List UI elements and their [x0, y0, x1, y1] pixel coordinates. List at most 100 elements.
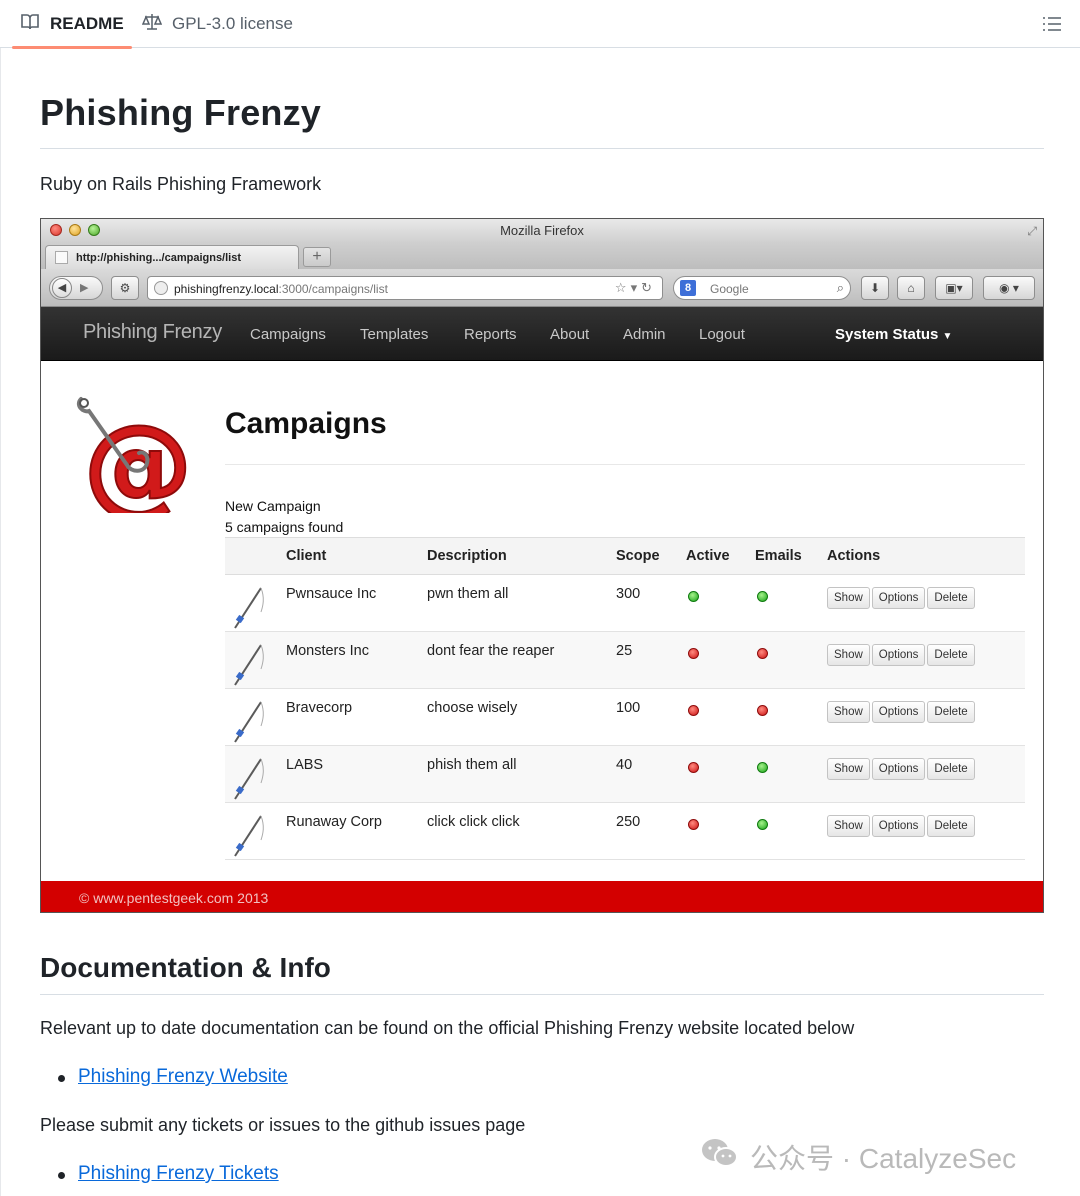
bookmark-star-icon[interactable]: ☆▾↻	[615, 280, 656, 296]
cell-actions: Show Options Delete	[821, 631, 1025, 689]
fishing-rod-icon	[225, 574, 280, 632]
nav-admin[interactable]: Admin	[623, 326, 666, 343]
home-icon[interactable]: ⌂	[897, 276, 925, 300]
extensions-icon[interactable]: ◉ ▾	[983, 276, 1035, 300]
site-identity-icon[interactable]: ⚙	[111, 276, 139, 300]
back-arrow-icon: ◀	[52, 278, 72, 298]
caret-down-icon: ▼	[942, 331, 953, 342]
cell-active	[680, 631, 749, 689]
options-button[interactable]: Options	[871, 815, 926, 837]
tab-license[interactable]: GPL-3.0 license	[141, 0, 293, 48]
cell-emails	[749, 631, 821, 689]
active-status-icon	[688, 819, 699, 830]
active-status-icon	[688, 648, 699, 659]
show-button[interactable]: Show	[827, 644, 870, 666]
options-button[interactable]: Options	[871, 644, 926, 666]
fullscreen-icon[interactable]: ⤢	[1027, 224, 1037, 239]
cell-emails	[749, 802, 821, 860]
table-row: Pwnsauce Inc pwn them all 300 Show Options De…	[225, 574, 1025, 632]
globe-icon	[154, 281, 168, 295]
delete-button[interactable]: Delete	[927, 758, 975, 780]
tab-readme[interactable]: README	[12, 0, 132, 49]
app-footer: © www.pentestgeek.com 2013	[41, 881, 1043, 912]
nav-campaigns[interactable]: Campaigns	[250, 326, 326, 343]
app-brand[interactable]: Phishing Frenzy	[83, 321, 222, 344]
options-button[interactable]: Options	[871, 587, 926, 609]
delete-button[interactable]: Delete	[927, 701, 975, 723]
search-icon[interactable]: ⌕	[837, 280, 844, 296]
table-row: Runaway Corp click click click 250 Show Opti…	[225, 802, 1025, 860]
system-status-dropdown[interactable]: System Status ▼	[835, 326, 952, 343]
active-status-icon	[688, 591, 699, 602]
fishing-rod-icon	[225, 802, 280, 860]
fishing-rod-icon	[225, 631, 280, 689]
back-button[interactable]: ◀ ▶	[49, 276, 103, 300]
nav-logout[interactable]: Logout	[699, 326, 745, 343]
browser-tab[interactable]: http://phishing.../campaigns/list	[45, 245, 299, 269]
delete-button[interactable]: Delete	[927, 815, 975, 837]
website-link[interactable]: Phishing Frenzy Website	[78, 1066, 288, 1088]
cell-scope: 300	[610, 574, 680, 632]
show-button[interactable]: Show	[827, 587, 870, 609]
search-placeholder: Google	[710, 282, 749, 296]
window-title: Mozilla Firefox	[500, 223, 584, 238]
nav-about[interactable]: About	[550, 326, 589, 343]
cell-description: choose wisely	[421, 688, 610, 746]
show-button[interactable]: Show	[827, 758, 870, 780]
readme-tab-bar: README GPL-3.0 license	[0, 0, 1080, 49]
tickets-link[interactable]: Phishing Frenzy Tickets	[78, 1163, 279, 1185]
phishing-logo-icon: @	[75, 395, 194, 530]
cell-actions: Show Options Delete	[821, 574, 1025, 632]
cell-active	[680, 574, 749, 632]
title-divider	[40, 148, 1044, 149]
cell-client: LABS	[280, 745, 421, 803]
delete-button[interactable]: Delete	[927, 587, 975, 609]
book-icon	[20, 13, 50, 36]
cell-client: Pwnsauce Inc	[280, 574, 421, 632]
nav-templates[interactable]: Templates	[360, 326, 428, 343]
col-description: Description	[421, 537, 610, 575]
cell-scope: 250	[610, 802, 680, 860]
active-tab-underline	[12, 46, 132, 49]
list-icon[interactable]	[1040, 12, 1064, 36]
col-client: Client	[280, 537, 421, 575]
cell-client: Monsters Inc	[280, 631, 421, 689]
download-icon[interactable]: ⬇	[861, 276, 889, 300]
svg-text:@: @	[83, 401, 187, 513]
cell-description: phish them all	[421, 745, 610, 803]
fishing-rod-icon	[225, 745, 280, 803]
content-left-border	[0, 48, 1, 1196]
google-icon[interactable]: 8	[680, 280, 696, 296]
url-path: :3000/campaigns/list	[278, 282, 388, 296]
cell-client: Bravecorp	[280, 688, 421, 746]
app-navbar: Phishing Frenzy Campaigns Templates Repo…	[41, 307, 1043, 361]
show-button[interactable]: Show	[827, 815, 870, 837]
cell-description: click click click	[421, 802, 610, 860]
nav-reports[interactable]: Reports	[464, 326, 517, 343]
bookmarks-menu-icon[interactable]: ▣▾	[935, 276, 973, 300]
options-button[interactable]: Options	[871, 758, 926, 780]
cell-active	[680, 802, 749, 860]
wechat-icon	[700, 1136, 750, 1177]
forward-arrow-icon[interactable]: ▶	[80, 277, 88, 299]
tab-license-label: GPL-3.0 license	[172, 14, 293, 33]
new-tab-button[interactable]: +	[303, 247, 331, 267]
delete-button[interactable]: Delete	[927, 644, 975, 666]
campaign-count: 5 campaigns found	[225, 519, 344, 535]
show-button[interactable]: Show	[827, 701, 870, 723]
cell-description: pwn them all	[421, 574, 610, 632]
options-button[interactable]: Options	[871, 701, 926, 723]
watermark: 公众号 · CatalyzeSec	[700, 1136, 1016, 1177]
url-bar[interactable]: phishingfrenzy.local:3000/campaigns/list…	[147, 276, 663, 300]
table-row: Bravecorp choose wisely 100 Show Options Dele…	[225, 688, 1025, 746]
page-title-divider	[225, 464, 1025, 465]
table-row: Monsters Inc dont fear the reaper 25 Show Op…	[225, 631, 1025, 689]
search-bar[interactable]: 8 Google ⌕	[673, 276, 851, 300]
table-header-row: Client Description Scope Active Emails A…	[225, 537, 1025, 575]
emails-status-icon	[757, 819, 768, 830]
emails-status-icon	[757, 762, 768, 773]
cell-description: dont fear the reaper	[421, 631, 610, 689]
cell-actions: Show Options Delete	[821, 745, 1025, 803]
new-campaign-link[interactable]: New Campaign	[225, 498, 321, 514]
doc-text: Relevant up to date documentation can be…	[40, 1018, 855, 1038]
